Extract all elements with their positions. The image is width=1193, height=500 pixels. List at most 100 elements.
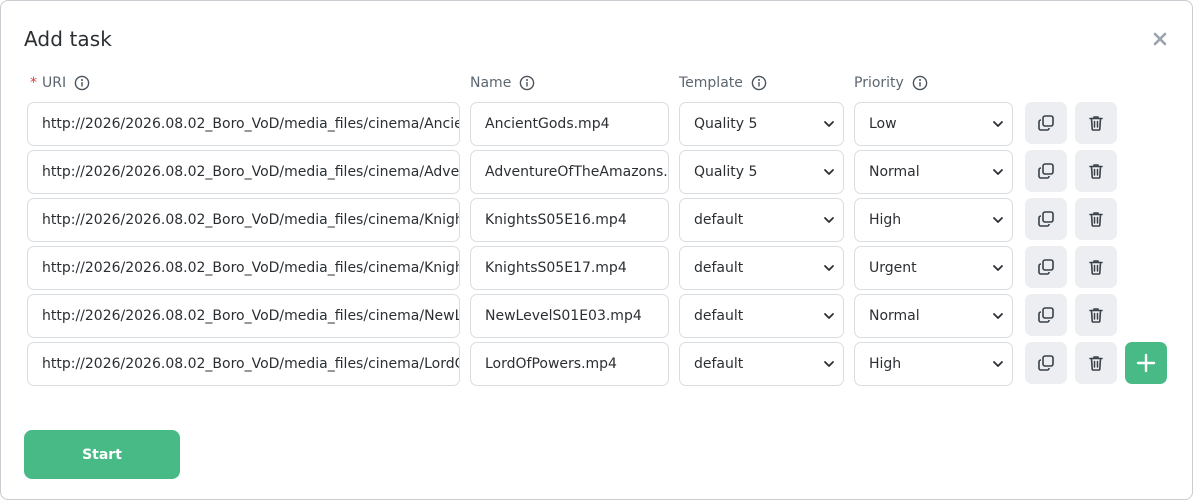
copy-icon xyxy=(1038,115,1054,131)
uri-value: http://2026/2026.08.02_Boro_VoD/media_fi… xyxy=(42,356,459,372)
name-input[interactable]: AncientGods.mp4 xyxy=(470,102,669,146)
delete-row-button[interactable] xyxy=(1075,150,1117,192)
name-input[interactable]: KnightsS05E16.mp4 xyxy=(470,198,669,242)
template-select[interactable]: default xyxy=(679,294,844,338)
name-input[interactable]: LordOfPowers.mp4 xyxy=(470,342,669,386)
template-label-text: Template xyxy=(679,75,743,91)
start-button[interactable]: Start xyxy=(24,430,180,479)
trash-icon xyxy=(1089,116,1103,131)
priority-label: Priority xyxy=(854,75,928,91)
chevron-down-icon xyxy=(824,169,834,175)
trash-icon xyxy=(1089,164,1103,179)
template-value: default xyxy=(694,356,744,372)
duplicate-row-button[interactable] xyxy=(1025,246,1067,288)
uri-input[interactable]: http://2026/2026.08.02_Boro_VoD/media_fi… xyxy=(27,198,460,242)
name-input[interactable]: AdventureOfTheAmazons.mp4 xyxy=(470,150,669,194)
trash-icon xyxy=(1089,356,1103,371)
template-select[interactable]: default xyxy=(679,246,844,290)
priority-label-text: Priority xyxy=(854,75,904,91)
name-value: AncientGods.mp4 xyxy=(485,116,610,132)
name-value: AdventureOfTheAmazons.mp4 xyxy=(485,164,668,180)
trash-icon xyxy=(1089,308,1103,323)
add-row-button[interactable] xyxy=(1125,342,1167,384)
name-input[interactable]: KnightsS05E17.mp4 xyxy=(470,246,669,290)
priority-select[interactable]: Low xyxy=(854,102,1013,146)
name-label-text: Name xyxy=(470,75,512,91)
template-select[interactable]: default xyxy=(679,342,844,386)
chevron-down-icon xyxy=(824,313,834,319)
task-row: http://2026/2026.08.02_Boro_VoD/media_fi… xyxy=(1,294,1192,342)
name-label: Name xyxy=(470,75,535,91)
uri-input[interactable]: http://2026/2026.08.02_Boro_VoD/media_fi… xyxy=(27,342,460,386)
plus-icon xyxy=(1136,353,1156,373)
chevron-down-icon xyxy=(993,265,1003,271)
copy-icon xyxy=(1038,307,1054,323)
column-labels: * URI Name Template Priority xyxy=(1,75,1192,95)
task-row: http://2026/2026.08.02_Boro_VoD/media_fi… xyxy=(1,102,1192,150)
priority-select[interactable]: High xyxy=(854,342,1013,386)
info-icon[interactable] xyxy=(519,75,535,91)
close-icon xyxy=(1153,32,1167,46)
priority-select[interactable]: Urgent xyxy=(854,246,1013,290)
name-input[interactable]: NewLevelS01E03.mp4 xyxy=(470,294,669,338)
priority-select[interactable]: High xyxy=(854,198,1013,242)
trash-icon xyxy=(1089,212,1103,227)
template-value: Quality 5 xyxy=(694,116,758,132)
chevron-down-icon xyxy=(993,361,1003,367)
uri-label: * URI xyxy=(30,75,90,91)
chevron-down-icon xyxy=(824,217,834,223)
delete-row-button[interactable] xyxy=(1075,102,1117,144)
duplicate-row-button[interactable] xyxy=(1025,102,1067,144)
uri-input[interactable]: http://2026/2026.08.02_Boro_VoD/media_fi… xyxy=(27,294,460,338)
duplicate-row-button[interactable] xyxy=(1025,342,1067,384)
priority-select[interactable]: Normal xyxy=(854,294,1013,338)
delete-row-button[interactable] xyxy=(1075,294,1117,336)
copy-icon xyxy=(1038,259,1054,275)
template-value: Quality 5 xyxy=(694,164,758,180)
delete-row-button[interactable] xyxy=(1075,246,1117,288)
name-value: NewLevelS01E03.mp4 xyxy=(485,308,642,324)
priority-value: Low xyxy=(869,116,897,132)
delete-row-button[interactable] xyxy=(1075,198,1117,240)
template-select[interactable]: Quality 5 xyxy=(679,102,844,146)
trash-icon xyxy=(1089,260,1103,275)
priority-select[interactable]: Normal xyxy=(854,150,1013,194)
priority-value: Normal xyxy=(869,308,920,324)
name-value: KnightsS05E17.mp4 xyxy=(485,260,627,276)
uri-input[interactable]: http://2026/2026.08.02_Boro_VoD/media_fi… xyxy=(27,102,460,146)
duplicate-row-button[interactable] xyxy=(1025,198,1067,240)
uri-label-text: URI xyxy=(42,75,67,91)
uri-input[interactable]: http://2026/2026.08.02_Boro_VoD/media_fi… xyxy=(27,246,460,290)
task-rows: http://2026/2026.08.02_Boro_VoD/media_fi… xyxy=(1,102,1192,390)
chevron-down-icon xyxy=(993,313,1003,319)
info-icon[interactable] xyxy=(74,75,90,91)
chevron-down-icon xyxy=(993,169,1003,175)
duplicate-row-button[interactable] xyxy=(1025,150,1067,192)
chevron-down-icon xyxy=(993,217,1003,223)
task-row: http://2026/2026.08.02_Boro_VoD/media_fi… xyxy=(1,198,1192,246)
uri-input[interactable]: http://2026/2026.08.02_Boro_VoD/media_fi… xyxy=(27,150,460,194)
template-select[interactable]: default xyxy=(679,198,844,242)
copy-icon xyxy=(1038,355,1054,371)
dialog-title: Add task xyxy=(24,27,112,51)
name-value: KnightsS05E16.mp4 xyxy=(485,212,627,228)
uri-value: http://2026/2026.08.02_Boro_VoD/media_fi… xyxy=(42,116,459,132)
priority-value: Normal xyxy=(869,164,920,180)
close-button[interactable] xyxy=(1150,29,1170,49)
name-value: LordOfPowers.mp4 xyxy=(485,356,617,372)
template-value: default xyxy=(694,308,744,324)
info-icon[interactable] xyxy=(912,75,928,91)
priority-value: High xyxy=(869,212,902,228)
template-value: default xyxy=(694,212,744,228)
duplicate-row-button[interactable] xyxy=(1025,294,1067,336)
task-row: http://2026/2026.08.02_Boro_VoD/media_fi… xyxy=(1,246,1192,294)
info-icon[interactable] xyxy=(751,75,767,91)
uri-value: http://2026/2026.08.02_Boro_VoD/media_fi… xyxy=(42,260,459,276)
delete-row-button[interactable] xyxy=(1075,342,1117,384)
required-mark: * xyxy=(30,75,37,91)
template-select[interactable]: Quality 5 xyxy=(679,150,844,194)
copy-icon xyxy=(1038,163,1054,179)
priority-value: High xyxy=(869,356,902,372)
template-label: Template xyxy=(679,75,767,91)
template-value: default xyxy=(694,260,744,276)
